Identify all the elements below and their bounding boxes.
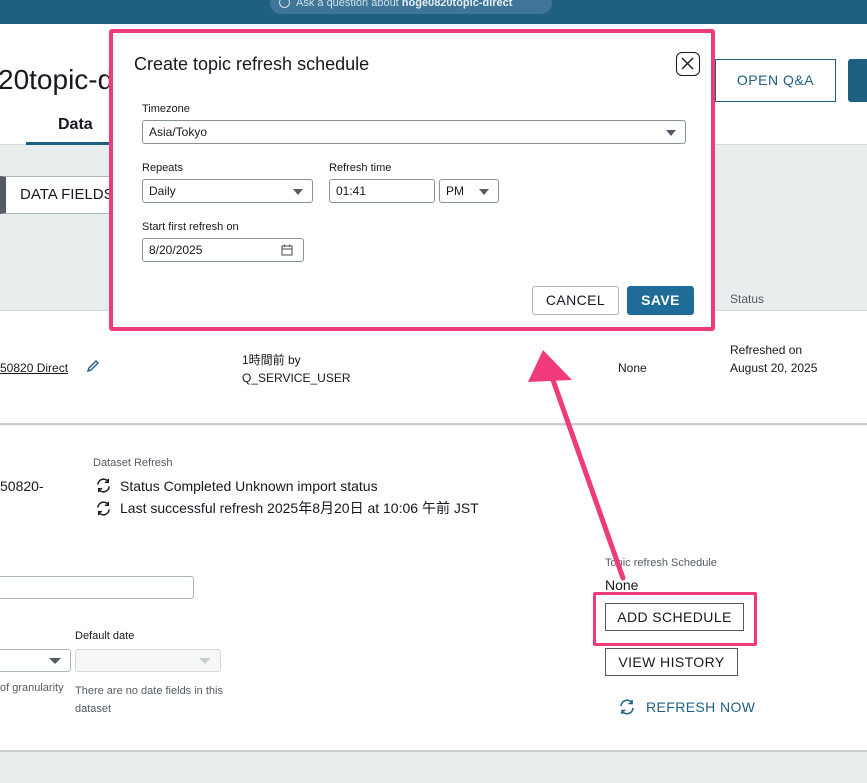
repeats-value: Daily (149, 184, 176, 198)
create-schedule-dialog: Create topic refresh schedule Timezone A… (109, 29, 715, 331)
dataset-name-link[interactable]: 50820 Direct (0, 361, 68, 375)
question-icon (279, 0, 290, 8)
no-date-note: There are no date fields in this dataset (75, 685, 223, 715)
timezone-select[interactable]: Asia/Tokyo (142, 120, 686, 144)
page-title: 20topic-d (0, 64, 114, 95)
dataset-refresh-label: Dataset Refresh (93, 457, 173, 469)
chevron-down-icon (293, 189, 303, 195)
dataset-details: 50820- Dataset Refresh Status Completed … (0, 426, 867, 752)
calendar-icon[interactable] (281, 244, 293, 256)
repeats-select[interactable]: Daily (142, 179, 313, 203)
dialog-title: Create topic refresh schedule (134, 54, 370, 74)
updated-time: 1時間前 by (242, 353, 301, 367)
chevron-down-icon (49, 658, 61, 664)
start-date-value: 8/20/2025 (149, 243, 203, 257)
start-date-input[interactable]: 8/20/2025 (142, 238, 304, 262)
chevron-down-icon (666, 130, 676, 136)
pencil-icon[interactable] (86, 359, 100, 373)
granularity-select[interactable] (0, 649, 71, 672)
repeats-label: Repeats (142, 162, 183, 174)
last-refresh-text: Last successful refresh 2025年8月20日 at 10… (120, 500, 479, 516)
cancel-button[interactable]: CANCEL (532, 286, 619, 315)
topic-refresh-schedule-label: Topic refresh Schedule (605, 557, 717, 569)
status-column-header: Status (730, 292, 765, 306)
close-icon (681, 57, 694, 70)
refresh-icon (620, 699, 634, 715)
refresh-now-label: REFRESH NOW (646, 699, 756, 715)
ampm-value: PM (446, 184, 464, 198)
ask-prefix: Ask a question about (296, 0, 402, 9)
refresh-icon (97, 478, 110, 493)
default-date-label: Default date (75, 630, 135, 642)
ask-question-bar[interactable]: Ask a question about hoge0820topic-direc… (270, 0, 552, 14)
top-bar: Ask a question about hoge0820topic-direc… (0, 0, 867, 24)
view-history-button[interactable]: VIEW HISTORY (605, 648, 738, 676)
refresh-time-value: 01:41 (336, 184, 367, 198)
save-button[interactable]: SAVE (627, 286, 694, 315)
chevron-down-icon (479, 189, 489, 195)
start-date-label: Start first refresh on (142, 221, 239, 233)
updated-user: Q_SERVICE_USER (242, 371, 351, 385)
refresh-status-text: Status Completed Unknown import status (120, 477, 378, 494)
chevron-down-icon (199, 658, 211, 664)
updated-by: 1時間前 by Q_SERVICE_USER (242, 351, 351, 387)
timezone-value: Asia/Tokyo (149, 125, 208, 139)
annotation-highlight-box (593, 592, 757, 646)
open-qa-button[interactable]: OPEN Q&A (715, 59, 836, 102)
granularity-note: of granularity (0, 682, 64, 694)
refresh-time-label: Refresh time (329, 162, 392, 174)
timezone-label: Timezone (142, 103, 190, 115)
primary-action-button[interactable] (848, 59, 867, 102)
topic-refresh-schedule-value: None (605, 577, 639, 593)
close-button[interactable] (676, 52, 700, 76)
ask-topic: hoge0820topic-direct (401, 0, 513, 9)
refresh-time-input[interactable]: 01:41 (329, 179, 435, 203)
refresh-status-line: Status Completed Unknown import status (95, 477, 378, 494)
tab-data-fields[interactable]: DATA FIELDS (0, 176, 115, 214)
tab-data[interactable]: Data (58, 116, 93, 134)
text-field[interactable] (0, 576, 194, 599)
refresh-now-button[interactable]: REFRESH NOW (618, 698, 755, 716)
status-cell: Refreshed on August 20, 2025 (730, 343, 818, 375)
last-refresh-line: Last successful refresh 2025年8月20日 at 10… (95, 498, 479, 518)
ampm-select[interactable]: PM (439, 179, 499, 203)
refresh-icon (97, 500, 110, 516)
dataset-name-clipped: 50820- (0, 478, 44, 494)
default-date-select (75, 649, 221, 672)
schedule-cell: None (618, 361, 647, 375)
